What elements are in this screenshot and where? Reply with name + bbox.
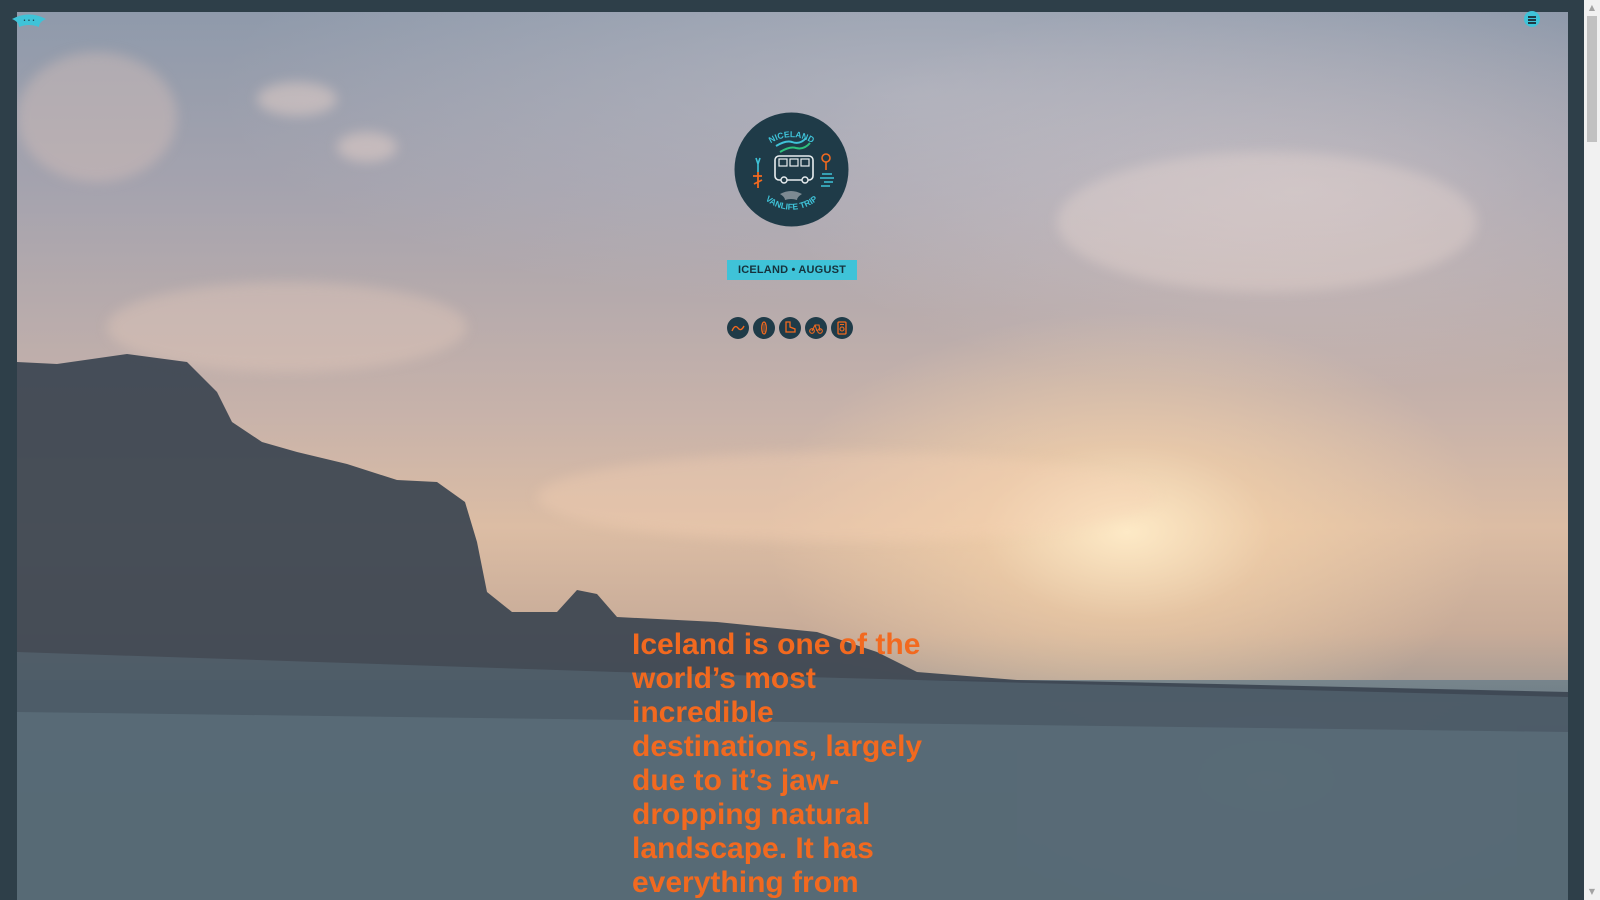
scroll-up-button[interactable]: ▲	[1584, 0, 1600, 16]
trip-date-tag: ICELAND • AUGUST	[727, 260, 857, 280]
boot-icon[interactable]	[779, 317, 801, 339]
scroll-down-button[interactable]: ▼	[1584, 884, 1600, 900]
surfboard-icon[interactable]	[753, 317, 775, 339]
intro-headline: Iceland is one of the world’s most incre…	[632, 628, 923, 899]
menu-button[interactable]	[1524, 11, 1540, 27]
trip-badge: NICELAND VANLIFE TRIP	[734, 112, 849, 227]
camera-icon[interactable]	[831, 317, 853, 339]
menu-line	[1528, 22, 1536, 24]
svg-text:• • •: • • •	[23, 18, 35, 24]
site-logo[interactable]: • • •	[11, 10, 47, 28]
wave-icon[interactable]	[727, 317, 749, 339]
hamburger-menu-icon	[1528, 16, 1536, 18]
menu-line	[1528, 19, 1536, 21]
trip-activity-icons	[727, 317, 853, 339]
bike-icon[interactable]	[805, 317, 827, 339]
vertical-scrollbar[interactable]: ▲ ▼	[1584, 0, 1600, 900]
scroll-thumb[interactable]	[1587, 16, 1597, 142]
witta-logo-icon: • • •	[12, 14, 46, 27]
